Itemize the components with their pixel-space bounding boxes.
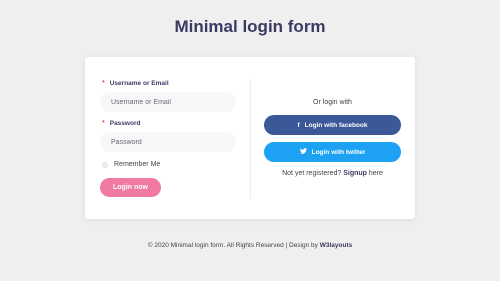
username-label-text: Username or Email bbox=[109, 80, 169, 87]
password-label: * Password bbox=[102, 120, 140, 127]
social-login: Or login with f Login with facebook Logi… bbox=[264, 57, 401, 219]
twitter-login-label: Login with twitter bbox=[311, 148, 366, 156]
footer-text: © 2020 Minimal login form. All Rights Re… bbox=[147, 242, 320, 249]
login-button[interactable]: Login now bbox=[100, 178, 161, 197]
twitter-icon bbox=[299, 148, 307, 156]
required-marker: * bbox=[102, 80, 105, 87]
footer-designer-link[interactable]: W3layouts bbox=[320, 242, 353, 249]
username-label: * Username or Email bbox=[102, 80, 169, 87]
page-title: Minimal login form bbox=[174, 17, 326, 36]
facebook-login-button[interactable]: f Login with facebook bbox=[264, 115, 401, 135]
login-card: * Username or Email * Password Remember … bbox=[85, 57, 415, 219]
password-label-text: Password bbox=[109, 120, 141, 127]
facebook-icon: f bbox=[297, 121, 300, 129]
remember-me[interactable]: Remember Me bbox=[102, 161, 160, 168]
required-marker: * bbox=[102, 120, 105, 127]
facebook-login-label: Login with facebook bbox=[304, 121, 368, 129]
register-prefix: Not yet registered? bbox=[282, 170, 344, 177]
register-suffix: here bbox=[366, 170, 383, 177]
remember-me-label: Remember Me bbox=[114, 161, 161, 168]
column-divider bbox=[250, 79, 251, 199]
footer: © 2020 Minimal login form. All Rights Re… bbox=[0, 242, 500, 249]
login-form: * Username or Email * Password Remember … bbox=[99, 57, 249, 219]
or-login-with: Or login with bbox=[313, 99, 352, 106]
register-prompt: Not yet registered? Signup here bbox=[264, 170, 401, 177]
remember-me-checkbox[interactable] bbox=[102, 161, 108, 168]
twitter-login-button[interactable]: Login with twitter bbox=[264, 142, 401, 162]
username-input[interactable] bbox=[100, 92, 236, 112]
signup-link[interactable]: Signup bbox=[343, 170, 367, 177]
password-input[interactable] bbox=[100, 132, 236, 152]
